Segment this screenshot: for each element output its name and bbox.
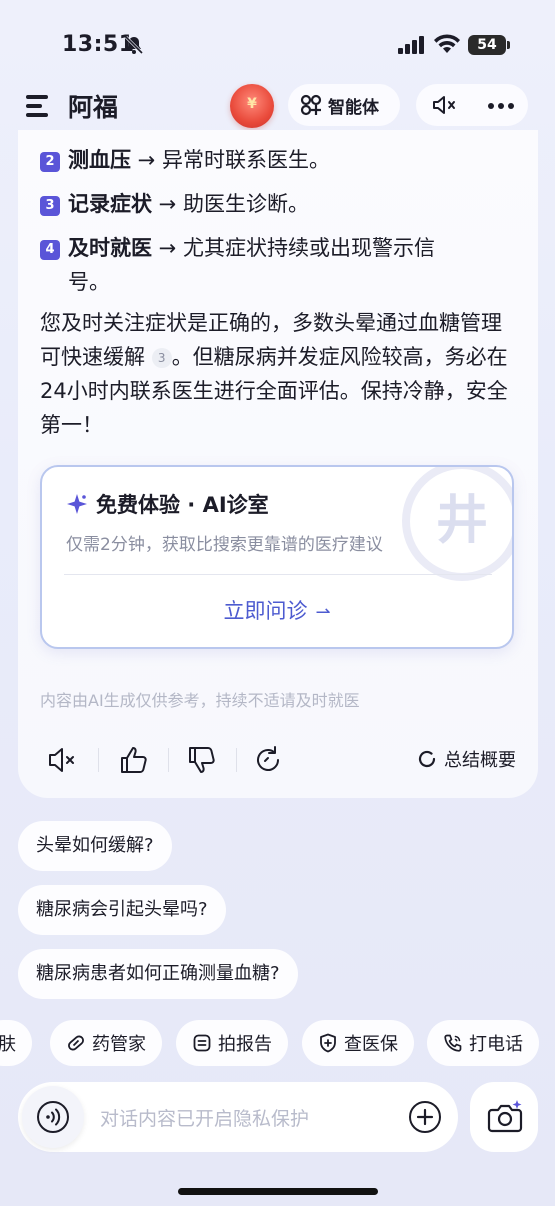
message-input-bar: 对话内容已开启隐私保护: [18, 1082, 458, 1152]
quick-chip-label: 药管家: [92, 1034, 146, 1055]
list-item-continuation: 号。: [68, 270, 110, 294]
summary-button-label: 总结概要: [444, 750, 516, 771]
voice-wave-icon: [37, 1101, 69, 1133]
suggestion-chip[interactable]: 糖尿病患者如何正确测量血糖?: [18, 949, 298, 999]
consult-now-button[interactable]: 立即问诊 ⇀: [42, 595, 512, 625]
list-item-title: 记录症状: [68, 192, 152, 216]
list-item: 2 测血压 → 异常时联系医生。: [40, 144, 330, 177]
suggestion-chip[interactable]: 糖尿病会引起头晕吗?: [18, 885, 226, 935]
message-paragraph: 您及时关注症状是正确的，多数头晕通过血糖管理可快速缓解 3 。但糖尿病并发症风险较…: [40, 306, 510, 442]
promo-watermark: 井: [402, 467, 512, 581]
app-title: 阿福: [68, 93, 119, 122]
ai-clinic-promo-card[interactable]: 井 免费体验 · AI诊室 仅需2分钟，获取比搜索更靠谱的医疗建议 立即问诊 ⇀: [40, 465, 514, 649]
home-indicator: [178, 1188, 378, 1195]
quick-chip-label: 打电话: [469, 1034, 523, 1055]
battery-indicator: 54: [468, 35, 510, 55]
quick-chip-label: 查医保: [344, 1034, 398, 1055]
citation-badge[interactable]: 3: [151, 348, 172, 368]
quick-chip-insurance[interactable]: 查医保: [302, 1020, 414, 1066]
summary-button[interactable]: 总结概要: [416, 746, 516, 772]
list-number-badge: 2: [40, 152, 60, 172]
agent-button-label: 智能体: [328, 97, 379, 118]
list-item-text: → 异常时联系医生。: [131, 148, 330, 172]
action-divider: [98, 748, 99, 772]
list-item: 3 记录症状 → 助医生诊断。: [40, 188, 309, 221]
suggestion-chip[interactable]: 头晕如何缓解?: [18, 821, 172, 871]
consult-now-label: 立即问诊: [223, 599, 308, 623]
camera-icon: [487, 1100, 523, 1133]
quick-chip-report-photo[interactable]: 拍报告: [176, 1020, 288, 1066]
sparkle-icon: [67, 494, 87, 514]
ai-disclaimer: 内容由AI生成仅供参考，持续不适请及时就医: [40, 691, 360, 710]
camera-button[interactable]: [470, 1082, 538, 1152]
promo-title-text: 免费体验 · AI诊室: [96, 493, 269, 517]
status-bar: 13:51 54: [0, 0, 555, 80]
more-options-icon[interactable]: [488, 103, 514, 109]
report-icon: [193, 1034, 211, 1052]
thumbs-up-icon[interactable]: [118, 744, 150, 776]
shield-plus-icon: [320, 1033, 336, 1053]
agent-button[interactable]: 智能体: [288, 84, 400, 126]
quick-chip-label: 拍报告: [218, 1034, 272, 1055]
app-header: 阿福 智能体: [0, 80, 555, 134]
wifi-icon: [434, 34, 460, 53]
list-item-text: → 尤其症状持续或出现警示信: [152, 236, 435, 260]
promo-divider: [64, 574, 492, 575]
action-divider: [168, 748, 169, 772]
assistant-message-card: 2 测血压 → 异常时联系医生。 3 记录症状 → 助医生诊断。 4 及时就医 → 尤…: [18, 130, 538, 798]
speaker-mute-icon[interactable]: [432, 95, 458, 115]
voice-input-button[interactable]: [22, 1086, 84, 1148]
quick-chip-medicine-manager[interactable]: 药管家: [50, 1020, 162, 1066]
agent-grid-icon: [300, 94, 322, 116]
bell-muted-icon: [124, 35, 144, 55]
list-item-title: 测血压: [68, 148, 131, 172]
speaker-mute-icon[interactable]: [46, 744, 78, 776]
thumbs-down-icon[interactable]: [186, 744, 218, 776]
quick-chip-call[interactable]: 打电话: [427, 1020, 539, 1066]
list-item-text: → 助医生诊断。: [152, 192, 309, 216]
action-divider: [236, 748, 237, 772]
summary-icon: [418, 750, 436, 768]
add-plus-icon[interactable]: [408, 1100, 442, 1134]
header-controls: [416, 84, 528, 126]
regenerate-icon[interactable]: [252, 744, 284, 776]
assistant-avatar[interactable]: [230, 84, 274, 128]
phone-icon: [444, 1034, 462, 1052]
list-number-badge: 3: [40, 196, 60, 216]
pill-icon: [68, 1035, 84, 1051]
list-item: 4 及时就医 → 尤其症状持续或出现警示信: [40, 232, 435, 265]
list-item-title: 及时就医: [68, 236, 152, 260]
list-number-badge: 4: [40, 240, 60, 260]
promo-subtitle: 仅需2分钟，获取比搜索更靠谱的医疗建议: [66, 535, 383, 555]
message-input-placeholder[interactable]: 对话内容已开启隐私保护: [100, 1104, 309, 1131]
cellular-signal-icon: [398, 36, 424, 54]
arrow-right-icon: ⇀: [315, 602, 331, 623]
quick-chip-skin[interactable]: 肤: [0, 1020, 32, 1066]
quick-chip-label: 肤: [0, 1034, 16, 1055]
message-actions: 总结概要: [40, 740, 520, 780]
promo-title: 免费体验 · AI诊室: [66, 489, 269, 519]
menu-icon[interactable]: [26, 95, 52, 117]
